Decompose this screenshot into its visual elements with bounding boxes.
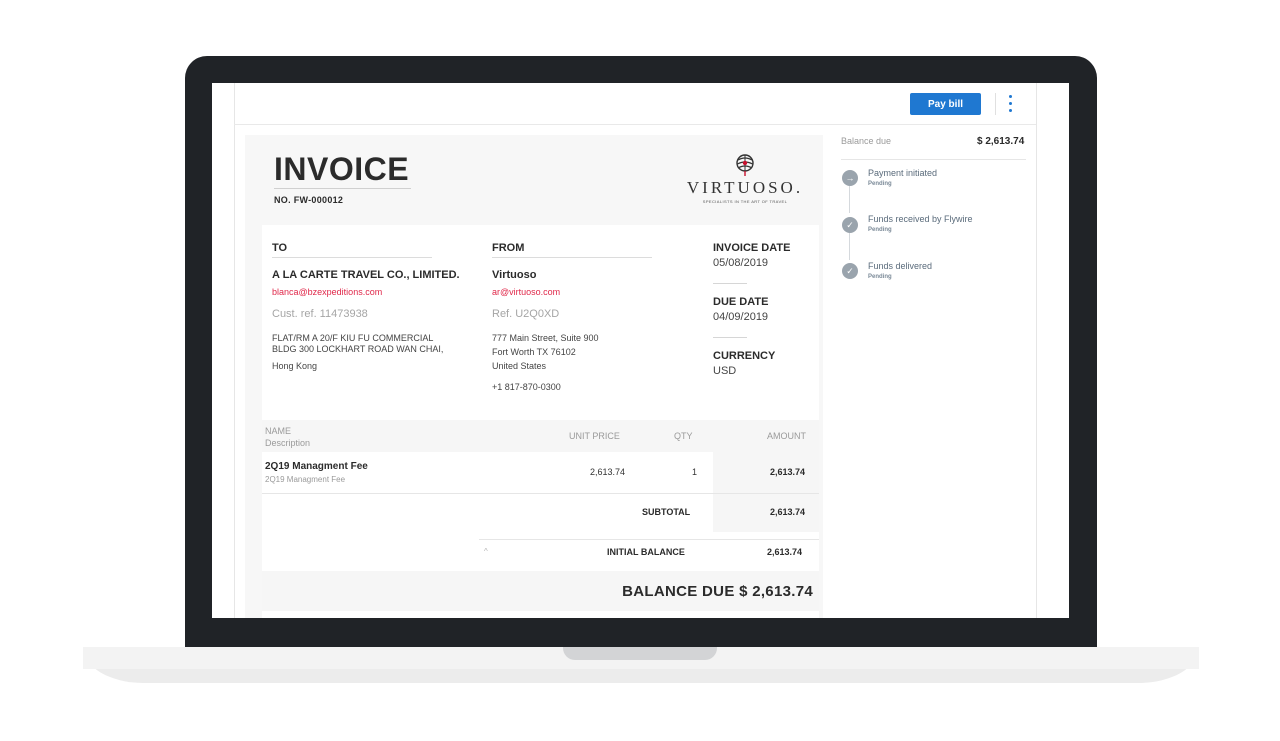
logo-wordmark: VIRTUOSO. — [686, 178, 804, 197]
globe-logo-icon — [736, 154, 754, 176]
timeline-connector — [849, 233, 850, 260]
col-name-header: NAME — [265, 426, 292, 436]
side-panel-divider — [841, 159, 1026, 160]
to-address-line-2: BLDG 300 LOCKHART ROAD WAN CHAI, — [272, 344, 444, 354]
to-email-link[interactable]: blanca@bzexpeditions.com — [272, 287, 382, 297]
balance-due-band: BALANCE DUE $ 2,613.74 — [262, 571, 819, 611]
content-right-border — [1036, 83, 1037, 618]
timeline-connector — [849, 186, 850, 213]
toolbar-divider — [234, 124, 1036, 125]
amount-column-shade — [713, 452, 819, 532]
step-3-title: Funds delivered — [868, 261, 933, 271]
col-description-header: Description — [265, 438, 311, 448]
to-heading-rule — [272, 257, 432, 258]
side-balance-label: Balance due — [841, 136, 892, 146]
invoice-title-underline — [274, 188, 411, 189]
subtotal-label: SUBTOTAL — [642, 507, 691, 517]
row-divider — [479, 539, 819, 540]
invoice-body: TO A LA CARTE TRAVEL CO., LIMITED. blanc… — [262, 225, 819, 618]
row-divider — [262, 493, 819, 494]
arrow-right-icon: → — [842, 170, 858, 186]
initial-balance-value: 2,613.74 — [767, 547, 803, 557]
currency-label: CURRENCY — [713, 350, 776, 362]
to-address-line-3: Hong Kong — [272, 361, 318, 371]
meta-divider — [713, 283, 747, 284]
line-item-description: 2Q19 Managment Fee — [265, 475, 346, 484]
step-1-status: Pending — [868, 181, 892, 187]
from-address-line-2: Fort Worth TX 76102 — [492, 347, 576, 357]
due-date-value: 04/09/2019 — [713, 311, 769, 323]
line-items-header: NAME Description UNIT PRICE QTY AMOUNT — [262, 420, 819, 452]
line-item-amount: 2,613.74 — [770, 467, 806, 477]
from-phone: +1 817-870-0300 — [492, 382, 561, 392]
to-customer-ref: Cust. ref. 11473938 — [272, 308, 368, 320]
step-1-title: Payment initiated — [868, 168, 938, 178]
from-heading-rule — [492, 257, 652, 258]
invoice-document: INVOICE NO. FW-000012 VIRTUOSO. SPECIALI… — [245, 135, 823, 618]
from-company-name: Virtuoso — [492, 269, 537, 281]
invoice-title: INVOICE — [274, 151, 410, 187]
currency-value: USD — [713, 365, 737, 377]
content-left-border — [234, 83, 235, 618]
meta-divider — [713, 337, 747, 338]
col-qty-header: QTY — [674, 431, 693, 441]
subtotal-value: 2,613.74 — [770, 507, 806, 517]
invoice-date-label: INVOICE DATE — [713, 242, 791, 254]
step-3-status: Pending — [868, 274, 892, 280]
from-address-line-3: United States — [492, 361, 547, 371]
laptop-notch — [563, 647, 717, 660]
due-date-label: DUE DATE — [713, 296, 769, 308]
line-item-qty: 1 — [692, 467, 698, 477]
col-unit-price-header: UNIT PRICE — [569, 431, 620, 441]
more-options-icon[interactable] — [1005, 93, 1017, 115]
step-2-title: Funds received by Flywire — [868, 214, 973, 224]
invoice-number: NO. FW-000012 — [274, 195, 344, 205]
to-heading: TO — [272, 242, 288, 254]
balance-due-total: BALANCE DUE $ 2,613.74 — [622, 583, 813, 600]
line-item-unit-price: 2,613.74 — [590, 467, 626, 477]
invoice-date-value: 05/08/2019 — [713, 257, 769, 269]
virtuoso-logo: VIRTUOSO. SPECIALISTS IN THE ART OF TRAV… — [685, 153, 805, 213]
laptop-screen: Pay bill INVOICE NO. FW-000012 VIRTUOSO.… — [212, 83, 1069, 618]
from-ref: Ref. U2Q0XD — [492, 308, 560, 320]
from-email-link[interactable]: ar@virtuoso.com — [492, 287, 560, 297]
col-amount-header: AMOUNT — [767, 431, 806, 441]
check-icon: ✓ — [842, 263, 858, 279]
initial-balance-label: INITIAL BALANCE — [607, 547, 685, 557]
to-company-name: A LA CARTE TRAVEL CO., LIMITED. — [272, 269, 460, 281]
logo-tagline: SPECIALISTS IN THE ART OF TRAVEL — [702, 199, 788, 204]
step-2-status: Pending — [868, 227, 892, 233]
chevron-up-icon[interactable]: ^ — [484, 547, 488, 556]
from-address-line-1: 777 Main Street, Suite 900 — [492, 333, 599, 343]
toolbar-separator — [995, 93, 996, 115]
side-balance-value: $ 2,613.74 — [977, 136, 1025, 147]
pay-bill-button[interactable]: Pay bill — [910, 93, 981, 115]
check-icon: ✓ — [842, 217, 858, 233]
line-item-name: 2Q19 Managment Fee — [265, 461, 368, 472]
from-heading: FROM — [492, 242, 525, 254]
